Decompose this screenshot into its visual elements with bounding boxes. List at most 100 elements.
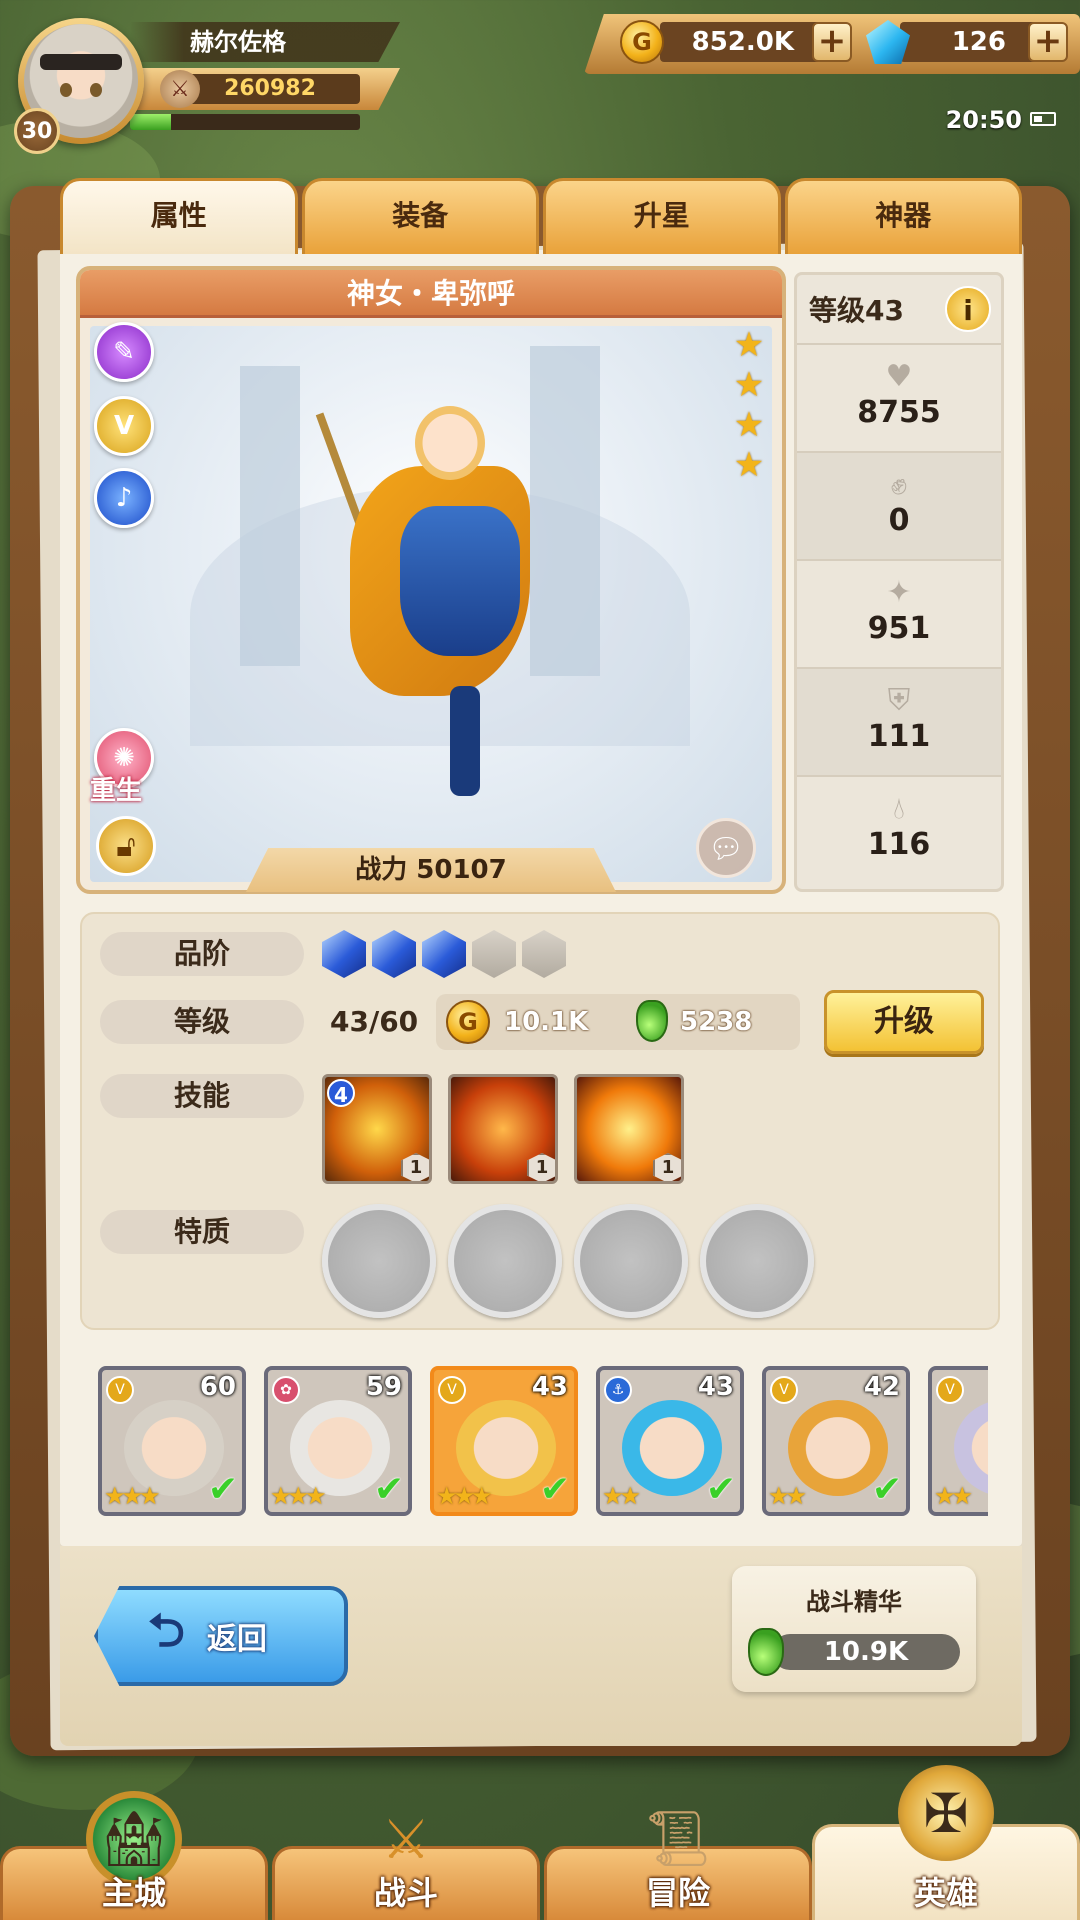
stat-level-row: 等级43 i (797, 275, 1001, 345)
skill-level: 1 (653, 1153, 681, 1181)
stat-magic: 951 (867, 611, 931, 646)
hero-crest-icon: ✠ (898, 1765, 994, 1861)
skill-level: 1 (527, 1153, 555, 1181)
roster-hero-stars: ★★★ (104, 1482, 161, 1510)
tab-bar: 属性 装备 升星 神器 (60, 178, 1022, 254)
essence-title: 战斗精华 (806, 1588, 902, 1616)
stat-armor-row: ⛨ 111 (797, 669, 1001, 777)
faction-v-icon: V (770, 1376, 798, 1404)
hero-star-icon: ★ (733, 445, 765, 485)
hero-stage (90, 326, 772, 882)
type-blue-icon[interactable]: ♪ (94, 468, 154, 528)
hero-star-icon: ★ (733, 405, 765, 445)
upgrade-button[interactable]: 升级 (824, 990, 984, 1054)
green-potion-icon (636, 1000, 668, 1042)
battle-essence-card: 战斗精华 10.9K (732, 1566, 976, 1692)
cost-potion: 5238 (680, 1007, 753, 1037)
player-exp-fill (130, 114, 172, 130)
roster-hero-level: 43 (697, 1372, 734, 1402)
skill-rank-badge: 4 (327, 1079, 355, 1107)
add-gems-button[interactable]: + (1028, 22, 1068, 62)
crossed-swords-icon: ⚔ (160, 70, 200, 108)
droplet-icon: 💧︎ (893, 791, 905, 826)
roster-hero-level: 59 (365, 1372, 402, 1402)
roster-hero-stars: ★★ (934, 1482, 973, 1510)
shield-icon: ⛨ (887, 683, 911, 718)
stat-armor: 111 (867, 719, 931, 754)
heart-icon: ♥ (885, 359, 913, 394)
info-icon[interactable]: i (945, 286, 991, 332)
faction-v-icon: V (438, 1376, 466, 1404)
player-name: 赫尔佐格 (130, 22, 400, 62)
player-exp-bar (130, 114, 360, 130)
trait-slot[interactable] (322, 1204, 436, 1318)
trait-slot[interactable] (448, 1204, 562, 1318)
hero-model[interactable] (315, 386, 560, 826)
nav-adventure[interactable]: 📜︎ 冒险 (544, 1807, 812, 1920)
skill-slot[interactable]: 1 (574, 1074, 684, 1184)
roster-hero-card[interactable]: ✿ 59 ★★★ ✔ (264, 1366, 412, 1516)
skill-slot[interactable]: 1 (448, 1074, 558, 1184)
roster-hero-level: 42 (863, 1372, 900, 1402)
stat-resist-row: 💧︎ 116 (797, 777, 1001, 885)
grade-gem-filled (322, 930, 366, 978)
lock-icon[interactable]: 🔓︎ (96, 816, 156, 876)
roster-hero-card[interactable]: V 42 ★★ ✔ (762, 1366, 910, 1516)
roster-hero-card-selected[interactable]: V 43 ★★★ ✔ (430, 1366, 578, 1516)
stat-level: 等级43 (809, 294, 904, 327)
nav-heroes[interactable]: ✠ 英雄 (812, 1765, 1080, 1920)
stat-hp-row: ♥ 8755 (797, 345, 1001, 453)
tab-attributes[interactable]: 属性 (60, 178, 298, 254)
upgrade-cost: G 10.1K 5238 (436, 994, 800, 1050)
faction-v-icon[interactable]: V (94, 396, 154, 456)
nav-label: 主城 (101, 1874, 166, 1912)
tab-star-up[interactable]: 升星 (543, 178, 781, 254)
nav-battle[interactable]: ⚔ 战斗 (272, 1808, 540, 1920)
nav-label: 冒险 (645, 1874, 710, 1912)
gold-coin-icon: G (446, 1000, 490, 1044)
trait-slot[interactable] (700, 1204, 814, 1318)
checkmark-icon: ✔ (539, 1469, 570, 1510)
faction-v-icon: V (936, 1376, 964, 1404)
traits-label: 特质 (100, 1210, 304, 1254)
trait-slot[interactable] (574, 1204, 688, 1318)
stat-attack-row: ✊︎ 0 (797, 453, 1001, 561)
magic-burst-icon: ✦ (886, 575, 912, 610)
stat-attack: 0 (888, 503, 910, 538)
back-button[interactable]: ⮌ 返回 (94, 1586, 348, 1686)
back-label: 返回 (206, 1622, 267, 1657)
grade-gem-filled (372, 930, 416, 978)
cost-gold: 10.1K (504, 1007, 589, 1037)
roster-hero-stars: ★★ (602, 1482, 641, 1510)
player-power: 260982 (180, 74, 360, 104)
roster-hero-stars: ★★ (768, 1482, 807, 1510)
level-label: 等级 (100, 1000, 304, 1044)
faction-v-icon: V (106, 1376, 134, 1404)
roster-hero-card[interactable]: V ★★ (928, 1366, 988, 1516)
player-level-badge: 30 (14, 108, 60, 154)
chat-bubble-icon[interactable]: 💬︎ (696, 818, 756, 878)
battery-icon (1030, 112, 1056, 126)
hero-panel: 神女・卑弥呼 ★ ★ ★ ★ (76, 266, 786, 894)
flower-icon: ✿ (272, 1376, 300, 1404)
info-panel: 品阶 等级 43/60 G 10.1K 5238 升级 技能 4 1 1 1 特… (80, 912, 1000, 1330)
checkmark-icon: ✔ (705, 1469, 736, 1510)
roster-hero-card[interactable]: V 60 ★★★ ✔ (98, 1366, 246, 1516)
grade-label: 品阶 (100, 932, 304, 976)
hero-star-icon: ★ (733, 365, 765, 405)
nav-label: 英雄 (913, 1874, 978, 1912)
class-mage-icon[interactable]: ✎ (94, 322, 154, 382)
add-gold-button[interactable]: + (812, 22, 852, 62)
hero-roster[interactable]: V 60 ★★★ ✔ ✿ 59 ★★★ ✔ V 43 ★★★ ✔ ⚓︎ 43 ★… (94, 1366, 988, 1526)
stat-magic-row: ✦ 951 (797, 561, 1001, 669)
rebirth-label[interactable]: 重生 (90, 770, 142, 807)
roster-hero-stars: ★★★ (436, 1482, 493, 1510)
tab-artifact[interactable]: 神器 (784, 178, 1022, 254)
nav-main-city[interactable]: 🏰︎ 主城 (0, 1791, 268, 1920)
tab-equipment[interactable]: 装备 (301, 178, 539, 254)
green-potion-icon (748, 1628, 784, 1676)
roster-hero-card[interactable]: ⚓︎ 43 ★★ ✔ (596, 1366, 744, 1516)
back-arrow-icon: ⮌ (148, 1603, 185, 1657)
nav-label: 战斗 (373, 1874, 438, 1912)
skill-slot[interactable]: 4 1 (322, 1074, 432, 1184)
